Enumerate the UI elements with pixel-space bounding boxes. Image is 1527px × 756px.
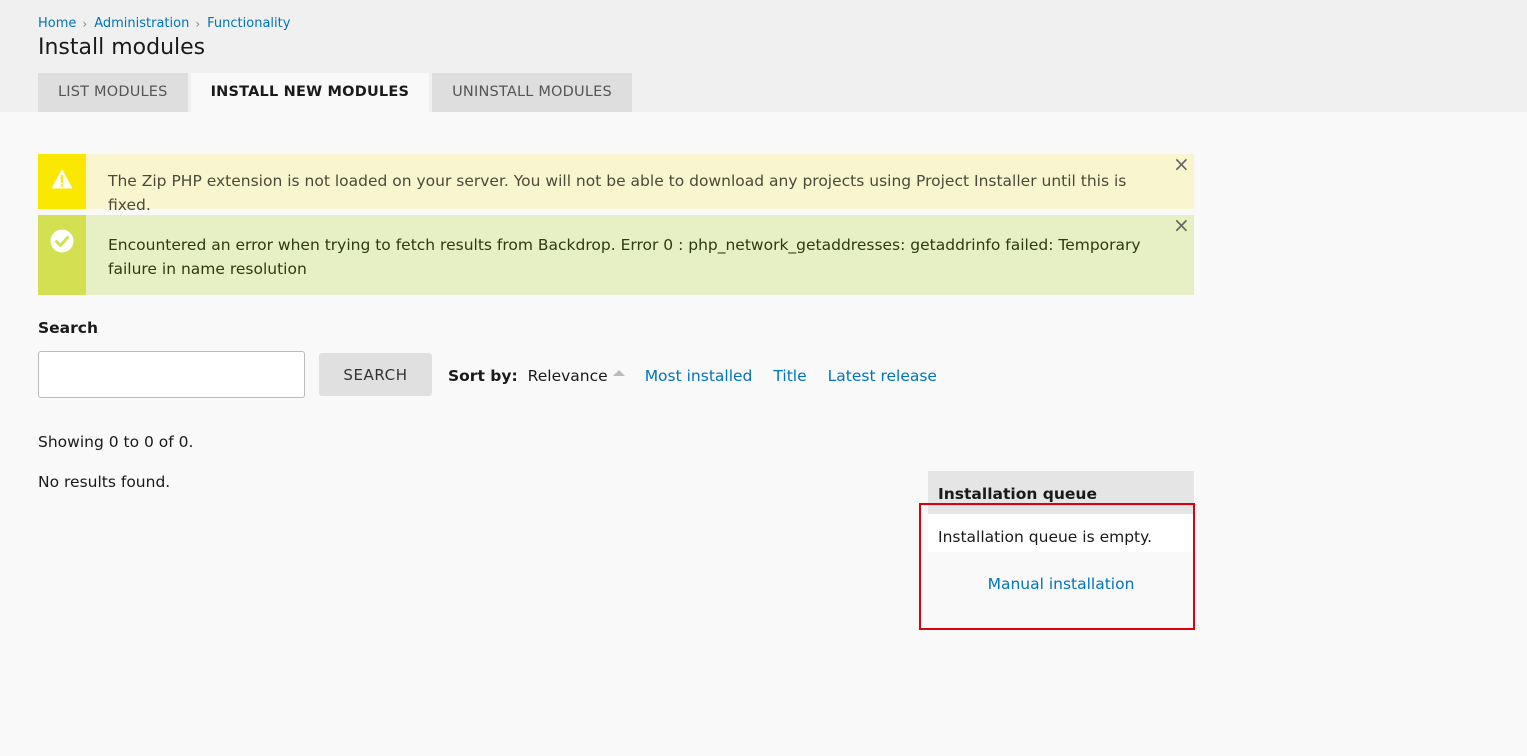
search-input[interactable] (38, 351, 305, 398)
installation-queue: Installation queue Installation queue is… (928, 471, 1194, 593)
caret-up-icon (612, 370, 625, 376)
search-button[interactable]: SEARCH (319, 353, 432, 396)
tabs: LIST MODULES INSTALL NEW MODULES UNINSTA… (38, 73, 635, 112)
warning-icon-column (38, 154, 86, 209)
sort-relevance[interactable]: Relevance (528, 367, 608, 385)
installation-queue-title: Installation queue (928, 471, 1194, 514)
status-message-text: Encountered an error when trying to fetc… (108, 236, 1141, 278)
breadcrumb-home[interactable]: Home (38, 16, 76, 31)
close-icon[interactable]: × (1173, 215, 1190, 235)
tab-uninstall-modules[interactable]: UNINSTALL MODULES (432, 73, 632, 112)
sort-label: Sort by: (448, 367, 518, 385)
page-header: Home › Administration › Functionality In… (0, 0, 1527, 112)
check-circle-icon (50, 229, 74, 253)
manual-installation-link[interactable]: Manual installation (988, 575, 1135, 593)
results-summary: Showing 0 to 0 of 0. (38, 433, 194, 451)
status-message: Encountered an error when trying to fetc… (38, 215, 1194, 295)
breadcrumb-administration[interactable]: Administration (94, 16, 189, 31)
close-icon[interactable]: × (1173, 154, 1190, 174)
status-icon-column (38, 215, 86, 295)
manual-installation-wrapper: Manual installation (928, 552, 1194, 593)
tab-install-new-modules[interactable]: INSTALL NEW MODULES (190, 73, 430, 112)
sort-title[interactable]: Title (773, 367, 806, 385)
chevron-right-icon: › (195, 16, 201, 31)
page-title: Install modules (38, 35, 206, 60)
sort-options: Sort by: Relevance Most installed Title … (448, 367, 958, 385)
sort-latest-release[interactable]: Latest release (828, 367, 937, 385)
warning-message-text: The Zip PHP extension is not loaded on y… (108, 172, 1127, 214)
breadcrumb-functionality[interactable]: Functionality (207, 16, 290, 31)
warning-triangle-icon (51, 169, 73, 189)
sort-most-installed[interactable]: Most installed (645, 367, 753, 385)
no-results-text: No results found. (38, 473, 171, 491)
chevron-right-icon: › (82, 16, 88, 31)
installation-queue-empty: Installation queue is empty. (928, 514, 1194, 552)
warning-message: The Zip PHP extension is not loaded on y… (38, 154, 1194, 214)
tab-list-modules[interactable]: LIST MODULES (38, 73, 188, 112)
search-label: Search (38, 319, 99, 337)
breadcrumb: Home › Administration › Functionality (38, 16, 290, 31)
